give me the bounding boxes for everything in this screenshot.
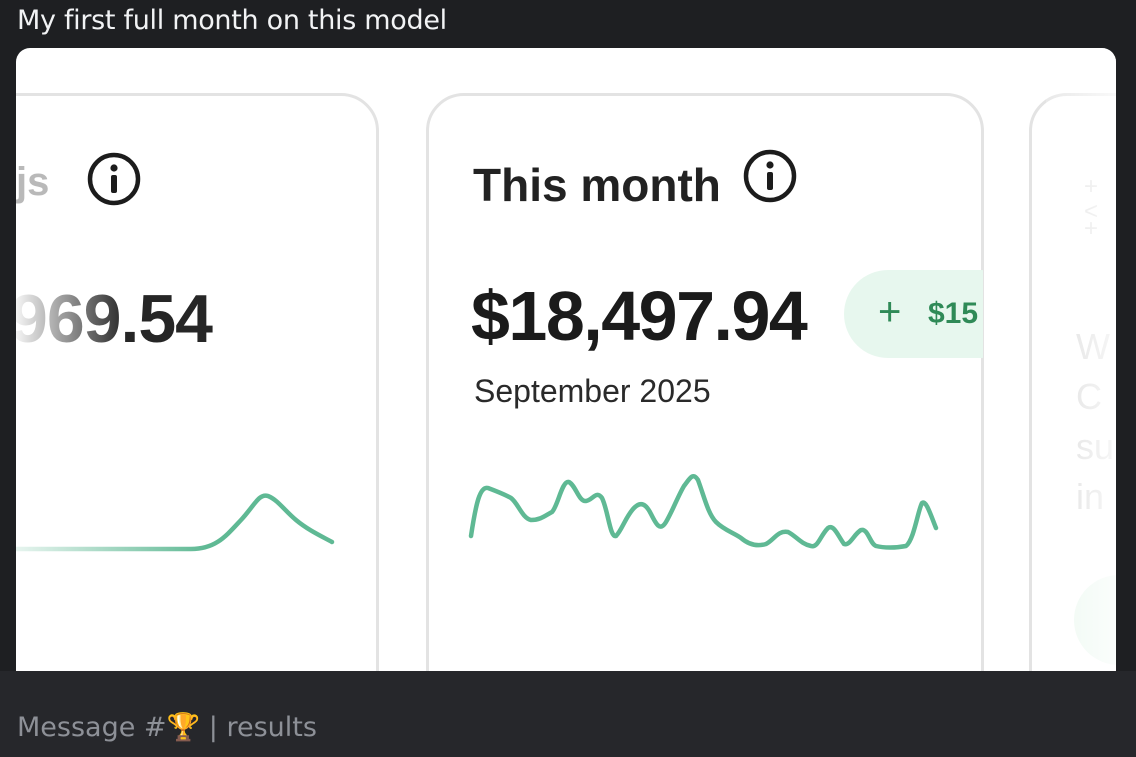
message-input-placeholder[interactable]: Message #🏆 | results: [17, 711, 317, 743]
left-card-fade: [16, 268, 126, 368]
attached-image[interactable]: js 969.54 This month $18,497.94 Septembe…: [16, 48, 1116, 671]
placeholder-separator: |: [208, 712, 218, 743]
info-icon[interactable]: [742, 148, 798, 204]
earnings-card-left: [16, 93, 379, 671]
right-card-fade: [1046, 48, 1116, 671]
placeholder-suffix: results: [226, 712, 317, 743]
left-sparkline: [16, 493, 335, 552]
placeholder-prefix: Message #: [17, 712, 167, 743]
this-month-title: This month: [473, 159, 721, 211]
info-icon: [87, 152, 141, 206]
message-caption: My first full month on this model: [17, 5, 447, 36]
this-month-value: $18,497.94: [471, 277, 808, 355]
this-month-period: September 2025: [474, 373, 711, 409]
trophy-icon: 🏆: [166, 712, 201, 743]
this-month-sparkline: [468, 474, 939, 550]
left-card-label: js: [16, 160, 50, 204]
message-composer[interactable]: Message #🏆 | results: [0, 671, 1136, 757]
